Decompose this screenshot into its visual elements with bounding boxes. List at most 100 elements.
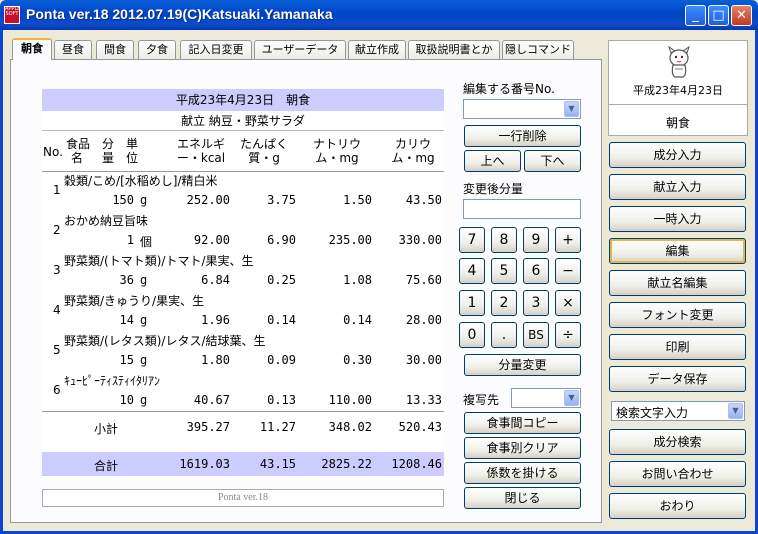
new-amount-input[interactable] bbox=[463, 199, 581, 219]
clear-by-meal-button[interactable]: 食事別クリア bbox=[464, 437, 581, 459]
delete-row-button[interactable]: 一行削除 bbox=[464, 125, 581, 147]
row-unit: 個 bbox=[140, 235, 153, 249]
row-food-name: 野菜類/(レタス類)/レタス/結球葉、生 bbox=[64, 334, 266, 348]
key-plus[interactable]: + bbox=[555, 227, 581, 253]
copy-to-select[interactable]: ▼ bbox=[511, 388, 581, 408]
search-text-value: 検索文字入力 bbox=[616, 406, 689, 420]
row-amount: 14 bbox=[119, 313, 134, 327]
row-no: 5 bbox=[53, 343, 61, 357]
key-7[interactable]: 7 bbox=[459, 227, 485, 253]
edit-number-select[interactable]: ▼ bbox=[463, 99, 581, 119]
mascot-icon bbox=[668, 45, 690, 78]
save-data-button[interactable]: データ保存 bbox=[609, 366, 746, 392]
nutrition-sheet: 平成23年4月23日 朝食 献立 納豆・野菜サラダ No. 食品 名 分 量 単… bbox=[42, 89, 444, 479]
row-potassium: 43.50 bbox=[405, 193, 442, 207]
tab-user-data[interactable]: ユーザーデータ bbox=[254, 40, 346, 59]
chevron-down-icon[interactable]: ▼ bbox=[728, 403, 743, 419]
print-button[interactable]: 印刷 bbox=[609, 334, 746, 360]
key-5[interactable]: 5 bbox=[491, 258, 517, 284]
key-decimal[interactable]: . bbox=[491, 322, 517, 348]
key-multiply[interactable]: × bbox=[555, 290, 581, 316]
move-down-button[interactable]: 下へ bbox=[524, 150, 581, 172]
row-amount: 1 bbox=[126, 233, 134, 247]
key-minus[interactable]: − bbox=[555, 258, 581, 284]
chevron-down-icon[interactable]: ▼ bbox=[564, 390, 579, 406]
current-date: 平成23年4月23日 bbox=[633, 84, 723, 97]
menu-input-button[interactable]: 献立入力 bbox=[609, 174, 746, 200]
font-change-button[interactable]: フォント変更 bbox=[609, 302, 746, 328]
chevron-down-icon[interactable]: ▼ bbox=[564, 101, 579, 117]
tab-breakfast[interactable]: 朝食 bbox=[12, 38, 52, 60]
key-backspace[interactable]: BS bbox=[523, 322, 549, 348]
row-amount: 10 bbox=[119, 393, 134, 407]
row-sodium: 0.30 bbox=[343, 353, 372, 367]
row-potassium: 13.33 bbox=[405, 393, 442, 407]
key-8[interactable]: 8 bbox=[491, 227, 517, 253]
total-row: 合計 1619.03 43.15 2825.22 1208.46 bbox=[42, 452, 444, 476]
menu-name: 献立 納豆・野菜サラダ bbox=[42, 111, 444, 131]
row-sodium: 0.14 bbox=[343, 313, 372, 327]
key-divide[interactable]: ÷ bbox=[555, 322, 581, 348]
temporary-input-button[interactable]: 一時入力 bbox=[609, 206, 746, 232]
key-9[interactable]: 9 bbox=[523, 227, 549, 253]
current-meal: 朝食 bbox=[665, 116, 690, 130]
ingredient-input-button[interactable]: 成分入力 bbox=[609, 142, 746, 168]
row-potassium: 28.00 bbox=[405, 313, 442, 327]
maximize-button[interactable]: □ bbox=[708, 5, 729, 26]
subtotal-protein: 11.27 bbox=[259, 420, 296, 434]
menu-name-edit-button[interactable]: 献立名編集 bbox=[609, 270, 746, 296]
row-protein: 0.09 bbox=[267, 353, 296, 367]
row-amount: 36 bbox=[119, 273, 134, 287]
row-food-name: 野菜類/きゅうり/果実、生 bbox=[64, 294, 205, 308]
tab-lunch[interactable]: 昼食 bbox=[54, 40, 92, 59]
copy-to-label: 複写先 bbox=[463, 393, 500, 407]
row-energy: 6.84 bbox=[201, 273, 230, 287]
tab-menu-create[interactable]: 献立作成 bbox=[348, 40, 406, 59]
total-potassium: 1208.46 bbox=[391, 457, 442, 471]
header-unit: 単 位 bbox=[125, 137, 138, 165]
tab-change-date[interactable]: 記入日変更 bbox=[180, 40, 252, 59]
new-amount-label: 変更後分量 bbox=[463, 182, 524, 196]
subtotal-potassium: 520.43 bbox=[398, 420, 442, 434]
move-up-button[interactable]: 上へ bbox=[464, 150, 521, 172]
app-logo-icon: APPLE SOFT bbox=[4, 6, 20, 24]
change-amount-button[interactable]: 分量変更 bbox=[464, 354, 581, 376]
row-food-name: ｷｭｰﾋﾟｰﾃｨｽﾃｨｲﾀﾘｱﾝ bbox=[64, 374, 161, 388]
total-label: 合計 bbox=[94, 459, 119, 473]
close-button[interactable]: ✕ bbox=[731, 5, 752, 26]
row-no: 2 bbox=[53, 223, 61, 237]
tab-snack[interactable]: 間食 bbox=[96, 40, 134, 59]
row-food-name: 野菜類/(トマト類)/トマト/果実、生 bbox=[64, 254, 254, 268]
row-potassium: 75.60 bbox=[405, 273, 442, 287]
row-amount: 150 bbox=[112, 193, 134, 207]
sheet-date-title: 平成23年4月23日 朝食 bbox=[42, 89, 444, 111]
ingredient-search-button[interactable]: 成分検索 bbox=[609, 429, 746, 455]
header-energy: エネルギ ー・kcal bbox=[176, 137, 226, 165]
row-potassium: 30.00 bbox=[405, 353, 442, 367]
tab-dinner[interactable]: 夕食 bbox=[138, 40, 176, 59]
key-4[interactable]: 4 bbox=[459, 258, 485, 284]
row-food-name: おかめ納豆旨味 bbox=[64, 214, 149, 228]
edit-button[interactable]: 編集 bbox=[609, 238, 746, 264]
subtotal-sodium: 348.02 bbox=[328, 420, 372, 434]
copy-between-meals-button[interactable]: 食事間コピー bbox=[464, 412, 581, 434]
title-bar: APPLE SOFT Ponta ver.18 2012.07.19(C)Kat… bbox=[0, 0, 758, 30]
multiply-coefficient-button[interactable]: 係数を掛ける bbox=[464, 462, 581, 484]
date-header-box: 平成23年4月23日 朝食 bbox=[608, 40, 748, 136]
key-3[interactable]: 3 bbox=[523, 290, 549, 316]
tab-manual[interactable]: 取扱説明書とか bbox=[408, 40, 500, 59]
exit-button[interactable]: おわり bbox=[609, 493, 746, 519]
minimize-button[interactable]: _ bbox=[685, 5, 706, 26]
tab-hidden-commands[interactable]: 隠しコマンド bbox=[502, 40, 574, 59]
row-sodium: 1.50 bbox=[343, 193, 372, 207]
row-energy: 1.80 bbox=[201, 353, 230, 367]
contact-button[interactable]: お問い合わせ bbox=[609, 461, 746, 487]
key-1[interactable]: 1 bbox=[459, 290, 485, 316]
key-6[interactable]: 6 bbox=[523, 258, 549, 284]
sheet-footer: Ponta ver.18 bbox=[42, 489, 444, 507]
close-edit-button[interactable]: 閉じる bbox=[464, 487, 581, 509]
row-sodium: 110.00 bbox=[328, 393, 372, 407]
key-2[interactable]: 2 bbox=[491, 290, 517, 316]
key-0[interactable]: 0 bbox=[459, 322, 485, 348]
search-text-select[interactable]: 検索文字入力 ▼ bbox=[611, 401, 745, 421]
